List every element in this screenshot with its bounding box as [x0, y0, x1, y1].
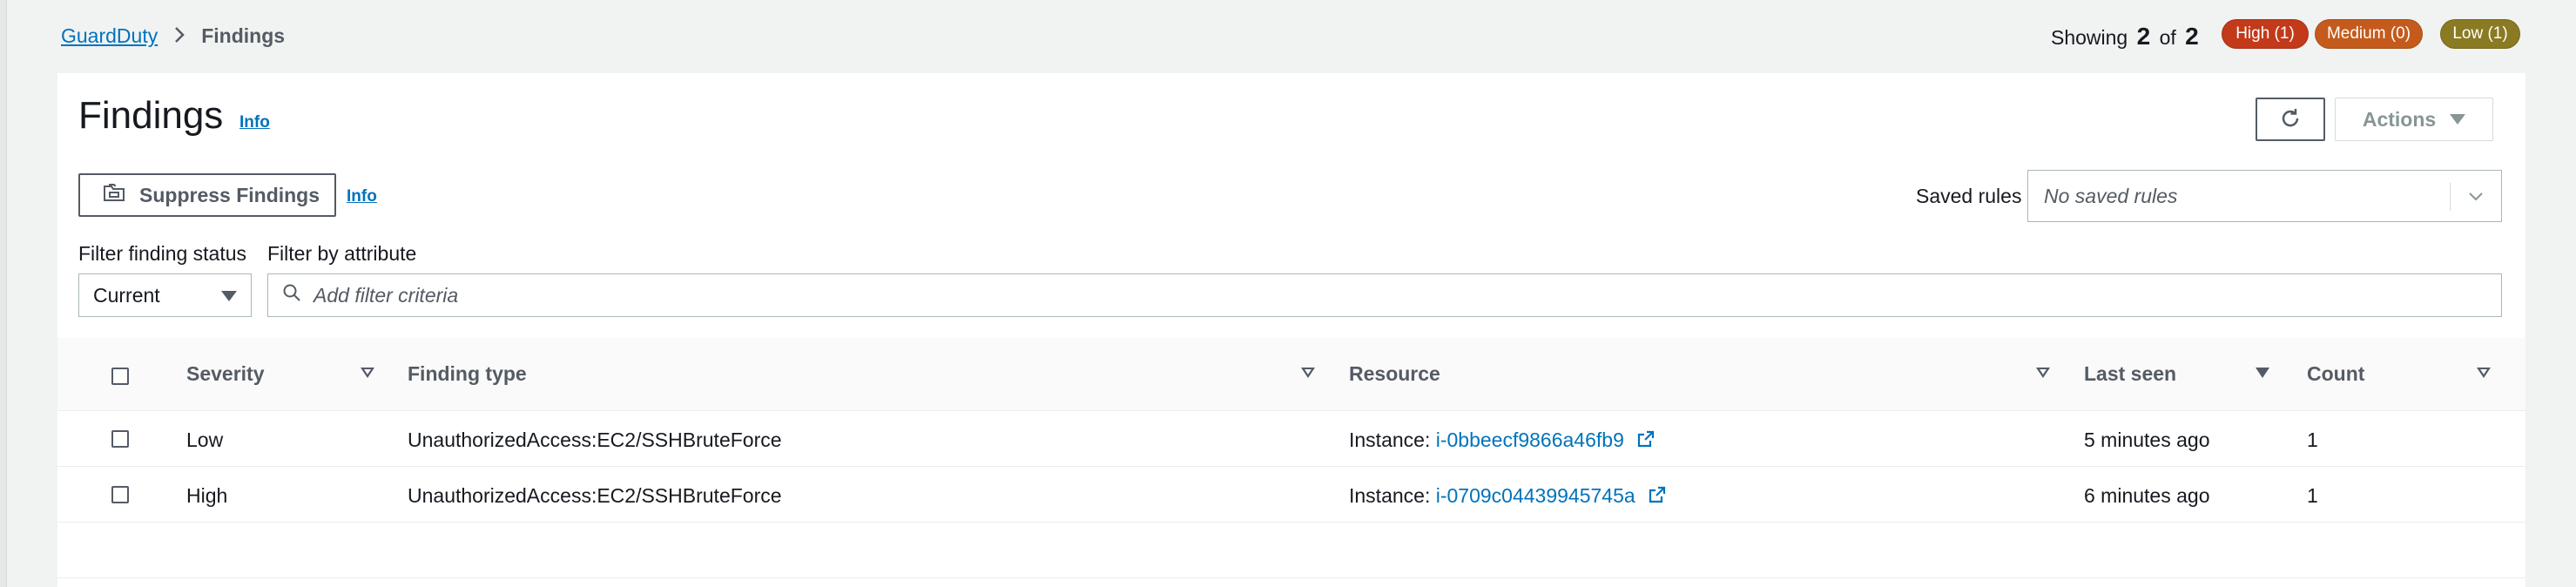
external-link-icon[interactable] — [1636, 429, 1656, 454]
count-cell: 1 — [2307, 484, 2318, 507]
filter-attribute-placeholder: Add filter criteria — [314, 283, 459, 307]
breadcrumb-chevron-icon — [173, 25, 185, 48]
saved-rules-label: Saved rules — [1916, 185, 2022, 207]
actions-label: Actions — [2362, 107, 2437, 131]
finding-status-select[interactable]: Current — [78, 273, 252, 317]
left-rail — [0, 0, 7, 587]
suppress-icon — [103, 183, 125, 207]
top-bar: GuardDuty Findings Showing 2 of 2 High (… — [0, 0, 2576, 73]
finding-status-value: Current — [93, 283, 160, 307]
resource-prefix: Instance: — [1349, 428, 1431, 451]
table-row[interactable]: High UnauthorizedAccess:EC2/SSHBruteForc… — [57, 467, 2525, 523]
severity-cell: High — [186, 484, 228, 507]
select-divider — [2450, 183, 2451, 211]
filter-attribute-input[interactable]: Add filter criteria — [267, 273, 2502, 317]
saved-rules-select[interactable]: No saved rules — [2027, 170, 2502, 222]
finding-type-cell: UnauthorizedAccess:EC2/SSHBruteForce — [408, 484, 782, 507]
row-checkbox[interactable] — [111, 486, 129, 503]
sort-icon[interactable] — [2256, 368, 2269, 378]
row-checkbox[interactable] — [111, 430, 129, 448]
count-cell: 1 — [2307, 428, 2318, 451]
severity-cell: Low — [186, 428, 224, 451]
column-header-count[interactable]: Count — [2307, 362, 2364, 386]
table-footer-divider — [57, 523, 2525, 578]
column-header-finding-type[interactable]: Finding type — [408, 362, 527, 386]
sort-icon[interactable] — [361, 368, 374, 378]
filter-attribute-label: Filter by attribute — [267, 242, 417, 265]
resource-link[interactable]: i-0709c04439945745a — [1436, 484, 1635, 507]
column-header-severity[interactable]: Severity — [186, 362, 265, 386]
showing-count: 2 — [2136, 23, 2151, 50]
resource-prefix: Instance: — [1349, 484, 1431, 507]
suppress-findings-button[interactable]: Suppress Findings — [78, 173, 336, 217]
refresh-icon — [2279, 107, 2302, 132]
breadcrumb: GuardDuty Findings — [61, 24, 285, 48]
sort-icon[interactable] — [2036, 368, 2050, 378]
table-row[interactable]: Low UnauthorizedAccess:EC2/SSHBruteForce… — [57, 411, 2525, 467]
column-header-resource[interactable]: Resource — [1349, 362, 1440, 386]
search-icon — [282, 283, 301, 307]
caret-down-icon — [2450, 114, 2466, 125]
select-all-checkbox[interactable] — [111, 368, 129, 385]
resource-cell: Instance: i-0bbeecf9866a46fb9 — [1349, 428, 1656, 454]
caret-down-icon — [221, 291, 237, 301]
high-severity-badge[interactable]: High (1) — [2222, 19, 2309, 49]
low-severity-badge[interactable]: Low (1) — [2440, 19, 2520, 49]
medium-severity-badge[interactable]: Medium (0) — [2315, 19, 2423, 49]
filter-status-label: Filter finding status — [78, 242, 247, 265]
last-seen-cell: 6 minutes ago — [2084, 484, 2210, 507]
suppress-findings-label: Suppress Findings — [139, 183, 320, 206]
refresh-button[interactable] — [2256, 98, 2325, 141]
showing-total: 2 — [2185, 23, 2199, 50]
actions-button[interactable]: Actions — [2335, 98, 2493, 141]
external-link-icon[interactable] — [1648, 485, 1667, 509]
page-title: Findings — [78, 94, 224, 137]
column-header-last-seen[interactable]: Last seen — [2084, 362, 2176, 386]
showing-prefix: Showing — [2051, 26, 2128, 49]
sort-icon[interactable] — [2477, 368, 2491, 378]
chevron-down-icon — [2466, 186, 2485, 211]
sort-icon[interactable] — [1301, 368, 1315, 378]
title-info-link[interactable]: Info — [239, 113, 270, 132]
resource-cell: Instance: i-0709c04439945745a — [1349, 484, 1667, 509]
resource-link[interactable]: i-0bbeecf9866a46fb9 — [1436, 428, 1624, 451]
finding-type-cell: UnauthorizedAccess:EC2/SSHBruteForce — [408, 428, 782, 451]
last-seen-cell: 5 minutes ago — [2084, 428, 2210, 451]
breadcrumb-guardduty-link[interactable]: GuardDuty — [61, 24, 158, 48]
suppress-info-link[interactable]: Info — [347, 187, 377, 206]
saved-rules-value: No saved rules — [2044, 184, 2178, 207]
showing-of: of — [2159, 26, 2176, 49]
table-header: Severity Finding type Resource Last seen… — [57, 338, 2525, 411]
showing-summary: Showing 2 of 2 — [2051, 23, 2202, 51]
breadcrumb-current: Findings — [201, 24, 286, 47]
